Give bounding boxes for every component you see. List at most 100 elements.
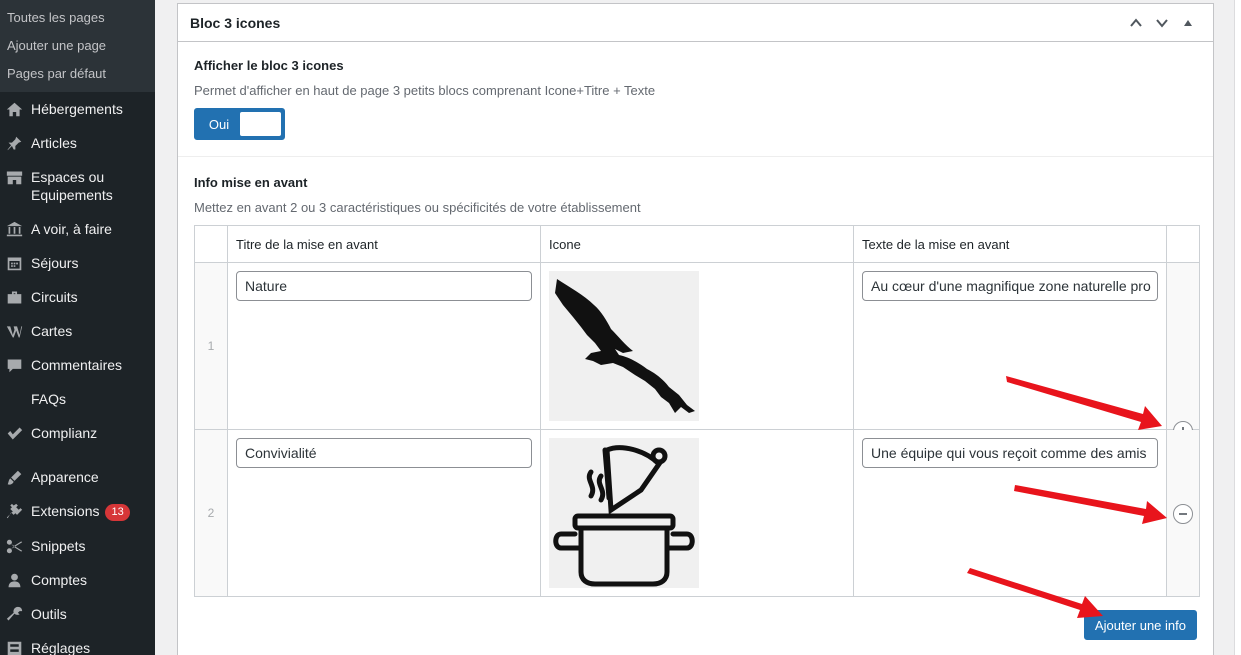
show-bloc-toggle[interactable]: Oui [194, 108, 285, 140]
table-row: 1 Nature Au cœur d'une magnifique zone n… [194, 262, 1200, 441]
header-actions [1166, 225, 1200, 263]
row-text-cell: Au cœur d'une magnifique zone naturelle … [853, 262, 1167, 430]
pages-submenu: Toutes les pages Ajouter une page Pages … [0, 0, 155, 92]
move-down-button[interactable] [1149, 10, 1175, 36]
metabox-title: Bloc 3 icones [190, 14, 281, 31]
row-actions [1166, 429, 1200, 597]
sidebar-item-label: Espaces ou Equipements [31, 169, 113, 203]
calendar-icon [4, 254, 24, 272]
sidebar-item-comptes[interactable]: Comptes [0, 563, 155, 597]
sidebar-item-label: A voir, à faire [31, 221, 112, 237]
sidebar-item-label: Outils [31, 606, 67, 622]
sidebar-item-label: Snippets [31, 538, 86, 554]
portfolio-icon [4, 288, 24, 306]
toggle-knob [240, 112, 281, 136]
toggle-on-label: Oui [208, 116, 230, 132]
pin-icon [4, 134, 24, 152]
sidebar-item-label: Comptes [31, 572, 88, 588]
sidebar-item-circuits[interactable]: Circuits [0, 280, 155, 314]
sidebar-item-extensions[interactable]: Extensions 13 [0, 494, 155, 529]
submenu-default-pages[interactable]: Pages par défaut [0, 60, 155, 88]
remove-row-button[interactable] [1173, 504, 1193, 524]
row-icon-cell [540, 262, 854, 430]
row-text-cell: Une équipe qui vous reçoit comme des ami… [853, 429, 1167, 597]
settings-icon [4, 639, 24, 655]
sidebar-item-snippets[interactable]: Snippets [0, 529, 155, 563]
main-content: Bloc 3 icones Afficher le bloc 3 icones … [155, 0, 1241, 655]
scissors-icon [4, 537, 24, 555]
chevron-up-icon [1130, 17, 1142, 27]
title-input[interactable]: Convivialité [236, 438, 532, 468]
sidebar-item-label: Réglages [31, 640, 91, 655]
row-title-cell: Convivialité [227, 429, 541, 597]
sidebar-item-outils[interactable]: Outils [0, 597, 155, 631]
sidebar-item-label: Articles [31, 135, 77, 151]
header-order [194, 225, 228, 263]
column-header-icon: Icone [540, 225, 854, 263]
side-column-edge [1234, 0, 1241, 655]
sidebar-item-faqs[interactable]: FAQs [0, 382, 155, 416]
sidebar-item-cartes[interactable]: Cartes [0, 314, 155, 348]
sidebar-item-articles[interactable]: Articles [0, 126, 155, 160]
caret-up-icon [1184, 19, 1192, 26]
sidebar-item-label: Circuits [31, 289, 78, 305]
row-title-cell: Nature [227, 262, 541, 430]
sidebar-item-commentaires[interactable]: Commentaires [0, 348, 155, 382]
sidebar-item-espaces[interactable]: Espaces ou Equipements [0, 160, 155, 212]
field-description: Mettez en avant 2 ou 3 caractéristiques … [194, 200, 641, 215]
text-input[interactable]: Au cœur d'une magnifique zone naturelle … [862, 271, 1158, 301]
toggle-panel-button[interactable] [1175, 10, 1201, 36]
submenu-all-pages[interactable]: Toutes les pages [0, 4, 155, 32]
sidebar-item-label: Séjours [31, 255, 79, 271]
sidebar-item-label: Cartes [31, 323, 73, 339]
sidebar-item-apparence[interactable]: Apparence [0, 460, 155, 494]
field-info-mise-en-avant: Info mise en avant Mettez en avant 2 ou … [178, 157, 1213, 611]
row-order-handle[interactable]: 2 [194, 429, 228, 597]
add-info-button[interactable]: Ajouter une info [1083, 610, 1197, 640]
brush-icon [4, 468, 24, 486]
sidebar-item-hebergements[interactable]: Hébergements [0, 92, 155, 126]
bank-icon [4, 220, 24, 238]
field-label: Afficher le bloc 3 icones [194, 58, 344, 73]
move-up-button[interactable] [1123, 10, 1149, 36]
field-label: Info mise en avant [194, 175, 308, 190]
sidebar-item-label: Hébergements [31, 101, 123, 117]
sidebar-item-a-voir[interactable]: A voir, à faire [0, 212, 155, 246]
sidebar-item-reglages[interactable]: Réglages [0, 631, 155, 655]
column-header-text: Texte de la mise en avant [853, 225, 1167, 263]
store-icon [4, 168, 24, 186]
column-header-title: Titre de la mise en avant [227, 225, 541, 263]
bloc-3-icones-metabox: Bloc 3 icones Afficher le bloc 3 icones … [177, 3, 1214, 655]
chevron-down-icon [1156, 18, 1168, 28]
admin-sidebar: Toutes les pages Ajouter une page Pages … [0, 0, 155, 655]
sidebar-item-label: Apparence [31, 469, 99, 485]
sidebar-item-label: Complianz [31, 425, 98, 441]
eagle-icon[interactable] [549, 271, 699, 421]
pot-icon[interactable] [549, 438, 699, 588]
wrench-icon [4, 605, 24, 623]
wordpress-w-icon [4, 322, 24, 340]
sidebar-item-sejours[interactable]: Séjours [0, 246, 155, 280]
comment-icon [4, 356, 24, 374]
sidebar-item-complianz[interactable]: Complianz [0, 416, 155, 450]
plugin-icon [4, 502, 24, 520]
text-input[interactable]: Une équipe qui vous reçoit comme des ami… [862, 438, 1158, 468]
row-order-handle[interactable]: 1 [194, 262, 228, 430]
sidebar-item-label: Commentaires [31, 357, 123, 373]
table-row: 2 Convivialité Une équipe qui vous reçoi… [194, 429, 1200, 597]
home-icon [4, 100, 24, 118]
check-icon [4, 424, 24, 442]
row-icon-cell [540, 429, 854, 597]
row-actions [1166, 262, 1200, 441]
repeater-table: Titre de la mise en avant Icone Texte de… [194, 225, 1200, 597]
minus-icon [1179, 513, 1187, 515]
user-icon [4, 571, 24, 589]
metabox-header: Bloc 3 icones [178, 4, 1213, 42]
submenu-add-page[interactable]: Ajouter une page [0, 32, 155, 60]
sidebar-item-label: FAQs [31, 391, 67, 407]
field-description: Permet d'afficher en haut de page 3 peti… [194, 83, 656, 98]
sidebar-item-label: Extensions 13 [31, 502, 130, 521]
update-count-badge: 13 [105, 504, 130, 521]
title-input[interactable]: Nature [236, 271, 532, 301]
field-show-bloc: Afficher le bloc 3 icones Permet d'affic… [178, 42, 1213, 156]
